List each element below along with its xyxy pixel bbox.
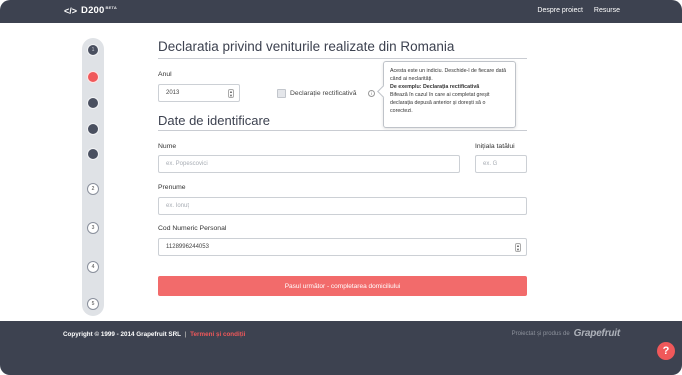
- page: </> D200BETA Despre proiect Resurse 1 2 …: [0, 0, 682, 375]
- step-4[interactable]: 4: [87, 261, 99, 273]
- nume-label: Nume: [158, 143, 177, 150]
- next-step-button[interactable]: Pasul următor - completarea domiciliului: [158, 276, 527, 296]
- step-3[interactable]: 3: [87, 222, 99, 234]
- page-title: Declaratia privind veniturile realizate …: [158, 39, 455, 54]
- footer-separator: |: [184, 331, 187, 338]
- prenume-label: Prenume: [158, 184, 186, 191]
- cnp-input[interactable]: 1128996244053 ▲ ▼: [158, 238, 527, 256]
- help-button[interactable]: ?: [657, 342, 675, 360]
- code-icon: </>: [64, 5, 78, 16]
- step-2[interactable]: 2: [87, 183, 99, 195]
- copyright-text: Copyright © 1999 - 2014 Grapefruit SRL: [63, 331, 181, 338]
- rectificativa-checkbox[interactable]: [277, 89, 286, 98]
- hint-tooltip: Acesta este un indiciu. Deschide-l de fi…: [377, 61, 516, 128]
- tooltip-example-body: Bifează în cazul în care ai completat gr…: [390, 92, 490, 114]
- cnp-value: 1128996244053: [166, 244, 209, 250]
- logo-text: D200BETA: [81, 5, 117, 17]
- copyright: Copyright © 1999 - 2014 Grapefruit SRL |…: [63, 331, 245, 338]
- year-value: 2013: [166, 90, 180, 96]
- grapefruit-logo[interactable]: Grapefruit: [574, 328, 621, 339]
- prenume-placeholder: ex. Ionuț: [166, 203, 190, 209]
- step-5[interactable]: 5: [87, 298, 99, 310]
- tooltip-arrow: [377, 85, 390, 98]
- tooltip-example-title: De exemplu: Declarația rectificativă: [390, 84, 480, 90]
- nume-placeholder: ex. Popescovici: [166, 161, 208, 167]
- section-title: Date de identificare: [158, 113, 271, 128]
- initiala-input[interactable]: ex. G: [475, 155, 527, 173]
- title-divider: [158, 58, 527, 59]
- cnp-stepper-icon[interactable]: ▲ ▼: [515, 243, 521, 252]
- year-stepper-icon[interactable]: ▲ ▼: [228, 89, 234, 98]
- info-icon[interactable]: i: [368, 90, 375, 97]
- credit-text: Proiectat și produs de: [511, 330, 570, 337]
- beta-badge: BETA: [105, 5, 117, 10]
- step-current[interactable]: [87, 71, 99, 83]
- footer: Copyright © 1999 - 2014 Grapefruit SRL |…: [0, 321, 682, 375]
- rectificativa-label[interactable]: Declarație rectificativă: [290, 90, 356, 97]
- step-substep[interactable]: [87, 97, 99, 109]
- year-input[interactable]: 2013 ▲ ▼: [158, 84, 240, 102]
- logo[interactable]: </> D200BETA: [64, 5, 117, 16]
- initiala-placeholder: ex. G: [483, 161, 498, 167]
- nav-resurse[interactable]: Resurse: [594, 7, 620, 14]
- top-bar: </> D200BETA Despre proiect Resurse: [0, 0, 682, 23]
- nav-despre-proiect[interactable]: Despre proiect: [537, 7, 583, 14]
- initiala-label: Inițiala tatălui: [475, 143, 515, 150]
- prenume-input[interactable]: ex. Ionuț: [158, 197, 527, 215]
- step-1[interactable]: 1: [87, 44, 99, 56]
- cnp-label: Cod Numeric Personal: [158, 225, 227, 232]
- nume-input[interactable]: ex. Popescovici: [158, 155, 460, 173]
- credit: Proiectat și produs de Grapefruit: [511, 328, 621, 339]
- year-label: Anul: [158, 71, 172, 78]
- top-nav: Despre proiect Resurse: [537, 7, 620, 14]
- terms-link[interactable]: Termeni și condiții: [190, 331, 245, 338]
- step-substep[interactable]: [87, 148, 99, 160]
- tooltip-intro: Acesta este un indiciu. Deschide-l de fi…: [390, 68, 507, 82]
- section-divider: [158, 130, 527, 131]
- step-substep[interactable]: [87, 123, 99, 135]
